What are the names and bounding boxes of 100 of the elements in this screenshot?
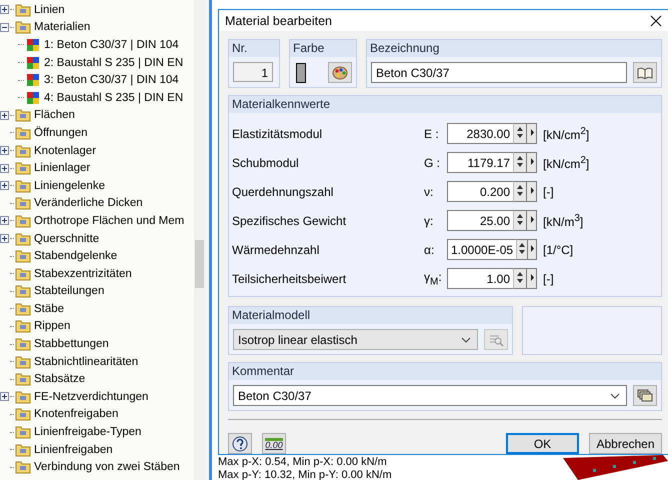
dropdown-value: Beton C30/37 <box>238 388 312 402</box>
property-symbol: E : <box>424 126 440 140</box>
tree-item[interactable]: FE-Netzverdichtungen <box>34 390 148 403</box>
ok-button[interactable]: OK <box>506 433 579 454</box>
tree-item[interactable]: Veränderliche Dicken <box>34 197 143 210</box>
value-field[interactable]: 25.00 <box>447 210 513 231</box>
property-label: Spezifisches Gewicht <box>232 214 348 228</box>
tree-item[interactable]: Knotenfreigaben <box>34 408 118 420</box>
scrollbar[interactable] <box>194 0 205 480</box>
magnifier-icon <box>488 332 504 346</box>
spin-button[interactable] <box>513 123 527 144</box>
folder-icon <box>15 232 31 246</box>
folder-icon <box>15 214 31 228</box>
tree-item[interactable]: Liniengelenke <box>34 180 105 192</box>
status-text: Max p-Y: 10.32, Min p-Y: 0.00 kN/m <box>218 468 393 480</box>
tree-item[interactable]: Stabexzentrizitäten <box>34 268 132 280</box>
unit-label: [kN/m$^{3}$] <box>542 212 584 228</box>
folder-icon <box>15 249 31 264</box>
property-label: Schubmodul <box>232 156 300 170</box>
tree-item[interactable]: Öffnungen <box>34 126 88 139</box>
value-field[interactable]: 1179.17 <box>447 152 513 173</box>
chevron-icon <box>461 336 471 342</box>
folder-icon <box>15 126 31 140</box>
folder-icon <box>15 302 31 316</box>
tree-item[interactable]: Flächen <box>34 109 75 122</box>
arrow-button[interactable] <box>528 239 537 260</box>
expand-icon[interactable] <box>0 146 9 156</box>
folder-icon <box>15 2 31 17</box>
arrow-button[interactable] <box>527 181 537 202</box>
value-field[interactable]: 2830.00 <box>447 123 513 144</box>
group-title: Kommentar <box>229 363 661 380</box>
tree-item[interactable]: 1: Beton C30/37 | DIN 104 <box>44 38 179 51</box>
property-label: Teilsicherheitsbeiwert <box>232 272 348 286</box>
expand-icon[interactable] <box>0 164 9 173</box>
cancel-button[interactable]: Abbrechen <box>589 433 662 454</box>
tree-item[interactable]: 3: Beton C30/37 | DIN 104 <box>44 74 179 86</box>
tree-item[interactable]: Stäbe <box>34 302 64 315</box>
tree-item[interactable]: 4: Baustahl S 235 | DIN EN <box>44 92 184 104</box>
expand-icon[interactable] <box>0 181 9 190</box>
comment-field[interactable]: Beton C30/37 <box>233 385 627 406</box>
tree-item[interactable]: Rippen <box>34 320 70 332</box>
spin-button[interactable] <box>513 152 527 173</box>
tree-item[interactable]: Linien <box>34 4 65 16</box>
tree-item[interactable]: 2: Baustahl S 235 | DIN EN <box>44 56 184 69</box>
folder-icon <box>15 425 31 440</box>
name-field[interactable]: Beton C30/37 <box>371 62 627 83</box>
help-icon <box>232 436 248 452</box>
unit-label: [-] <box>542 272 555 286</box>
tree-item[interactable]: Stabsätze <box>34 373 86 386</box>
value-field[interactable]: 1.00 <box>447 268 513 289</box>
arrow-button[interactable] <box>527 123 537 144</box>
tree-item[interactable]: Materialien <box>34 21 90 34</box>
tree-item[interactable]: Stabnichtlinearitäten <box>34 356 138 368</box>
tree-item[interactable]: Orthotrope Flächen und Mem <box>34 214 184 227</box>
tree-item[interactable]: Knotenlager <box>34 144 96 157</box>
expand-icon[interactable] <box>0 392 9 402</box>
arrow-button[interactable] <box>527 152 537 173</box>
window-title: Material bearbeiten <box>225 14 332 28</box>
property-label: Wärmedehnzahl <box>232 242 320 256</box>
collapse-icon[interactable] <box>0 22 9 32</box>
help-button[interactable] <box>228 433 252 454</box>
tree-item[interactable]: Stabendgelenke <box>34 250 118 262</box>
tree-item[interactable]: Stabteilungen <box>34 285 104 298</box>
tree-item[interactable]: Linienlager <box>34 162 90 174</box>
arrow-button[interactable] <box>527 210 537 231</box>
expand-icon[interactable] <box>0 5 9 14</box>
expand-icon[interactable] <box>0 216 9 226</box>
windows-icon <box>637 389 653 402</box>
material-icon <box>25 38 41 52</box>
folder-icon <box>15 108 31 122</box>
number-field: 1 <box>233 62 273 82</box>
spin-button[interactable] <box>516 239 528 260</box>
folder-icon <box>15 390 31 404</box>
tree-item[interactable]: Querschnitte <box>34 232 100 245</box>
expand-icon[interactable] <box>0 110 9 120</box>
tree-item[interactable]: Stabbettungen <box>34 338 109 350</box>
close-icon[interactable] <box>650 14 662 26</box>
spin-button[interactable] <box>513 210 527 231</box>
expand-icon[interactable] <box>0 234 9 244</box>
material-icon <box>25 90 41 105</box>
scrollbar-thumb[interactable] <box>195 240 204 288</box>
group-title: Materialkennwerte <box>229 96 661 113</box>
property-label: Elastizitätsmodul <box>232 126 324 140</box>
palette-button[interactable] <box>328 62 352 83</box>
tree-item[interactable]: Verbindung von zwei Stäben <box>34 461 180 474</box>
decimals-button[interactable]: 0.00 <box>262 433 286 454</box>
folder-icon <box>15 337 31 352</box>
value-field[interactable]: 1.0000E-05 <box>447 239 516 260</box>
value-field[interactable]: 0.200 <box>447 181 513 202</box>
comment-button[interactable] <box>633 385 657 406</box>
tree-item[interactable]: Linienfreigabe-Typen <box>34 426 142 438</box>
tree-item[interactable]: Linienfreigaben <box>34 444 113 456</box>
arrow-button[interactable] <box>527 268 537 289</box>
spin-button[interactable] <box>513 181 527 202</box>
unit-label: [kN/cm$^{2}$] <box>542 154 590 170</box>
model-dropdown[interactable]: Isotrop linear elastisch <box>233 329 478 350</box>
spin-button[interactable] <box>513 268 527 289</box>
library-button[interactable] <box>633 62 657 83</box>
folder-icon <box>15 144 31 158</box>
book-icon <box>637 66 653 78</box>
